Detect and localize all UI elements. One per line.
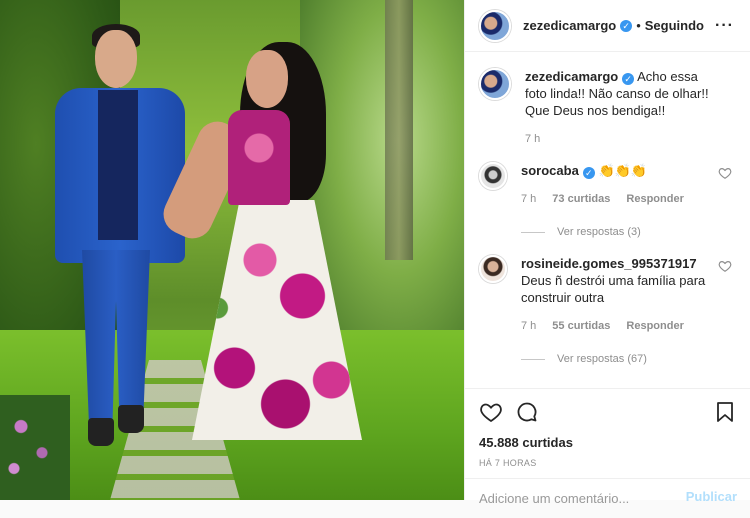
- verified-badge-icon: ✓: [620, 19, 633, 32]
- photo-man-head: [95, 30, 137, 88]
- bookmark-icon[interactable]: [713, 400, 737, 424]
- commenter-avatar[interactable]: [479, 162, 507, 190]
- post-photo[interactable]: [0, 0, 464, 500]
- publish-button[interactable]: Publicar: [686, 489, 737, 508]
- author-username[interactable]: zezedicamargo: [523, 18, 616, 33]
- author-avatar[interactable]: [479, 9, 511, 42]
- post-side-panel: zezedicamargo ✓ • Seguindo ··· zezedicam…: [464, 0, 750, 508]
- action-icons: [479, 399, 737, 425]
- heart-icon[interactable]: [479, 400, 503, 424]
- caption-time[interactable]: 7 h: [525, 131, 540, 148]
- post-actions: 45.888 curtidas HÁ 7 HORAS: [465, 388, 750, 468]
- photo-woman-dress-top: [228, 110, 290, 205]
- comment-body: rosineide.gomes_995371917 Deus ñ destrói…: [521, 255, 736, 368]
- caption: zezedicamargo ✓ Acho essa foto linda!! Nã…: [479, 68, 736, 148]
- comment-like-heart-icon[interactable]: [718, 259, 732, 273]
- post-timestamp[interactable]: HÁ 7 HORAS: [479, 458, 737, 468]
- verified-badge-icon: ✓: [582, 167, 595, 179]
- post-header: zezedicamargo ✓ • Seguindo ···: [465, 0, 750, 52]
- comment-likes[interactable]: 55 curtidas: [552, 318, 610, 335]
- comment-input[interactable]: [479, 489, 679, 508]
- replies-line: [521, 232, 545, 233]
- comment-body: sorocaba ✓ 👏👏👏 7 h 73 curtidas Responder …: [521, 162, 706, 241]
- photo-man-shoe: [88, 418, 114, 446]
- caption-username[interactable]: zezedicamargo: [525, 69, 618, 84]
- photo-man-shoe: [118, 405, 144, 433]
- comment-text: Deus ñ destrói uma família para construi…: [521, 273, 706, 305]
- comment-item: sorocaba ✓ 👏👏👏 7 h 73 curtidas Responder …: [479, 162, 736, 241]
- photo-tree-trunk: [385, 0, 413, 260]
- instagram-post: zezedicamargo ✓ • Seguindo ··· zezedicam…: [0, 0, 750, 508]
- photo-man-shirt: [98, 90, 138, 240]
- comment-time[interactable]: 7 h: [521, 318, 536, 335]
- author-avatar[interactable]: [479, 68, 511, 100]
- comment-text: 👏👏👏: [598, 163, 647, 178]
- replies-line: [521, 359, 545, 360]
- following-button[interactable]: Seguindo: [645, 18, 704, 33]
- comment-item: rosineide.gomes_995371917 Deus ñ destrói…: [479, 255, 736, 368]
- reply-button[interactable]: Responder: [626, 191, 683, 208]
- separator-dot: •: [636, 18, 641, 33]
- caption-body: zezedicamargo ✓ Acho essa foto linda!! Nã…: [525, 68, 736, 148]
- comment-like-heart-icon[interactable]: [718, 166, 732, 180]
- comment-meta: 7 h 55 curtidas Responder: [521, 318, 714, 335]
- more-options-icon[interactable]: ···: [715, 17, 734, 35]
- caption-meta: 7 h: [525, 131, 714, 148]
- reply-button[interactable]: Responder: [626, 318, 683, 335]
- comment-username[interactable]: sorocaba: [521, 163, 579, 178]
- comment-meta: 7 h 73 curtidas Responder: [521, 191, 684, 208]
- view-replies-button[interactable]: Ver respostas (67): [521, 351, 714, 368]
- likes-count[interactable]: 45.888 curtidas: [479, 435, 737, 450]
- commenter-avatar[interactable]: [479, 255, 507, 283]
- verified-badge-icon: ✓: [622, 73, 635, 85]
- add-comment-bar: Publicar: [465, 478, 750, 518]
- photo-flowers: [0, 395, 70, 500]
- comments-list[interactable]: zezedicamargo ✓ Acho essa foto linda!! Nã…: [465, 52, 750, 384]
- view-replies-label: Ver respostas (67): [557, 353, 647, 365]
- speech-bubble-icon[interactable]: [515, 400, 539, 424]
- view-replies-label: Ver respostas (3): [557, 226, 641, 238]
- comment-likes[interactable]: 73 curtidas: [552, 191, 610, 208]
- photo-woman-head: [246, 50, 288, 108]
- comment-username[interactable]: rosineide.gomes_995371917: [521, 256, 697, 271]
- comment-time[interactable]: 7 h: [521, 191, 536, 208]
- view-replies-button[interactable]: Ver respostas (3): [521, 224, 684, 241]
